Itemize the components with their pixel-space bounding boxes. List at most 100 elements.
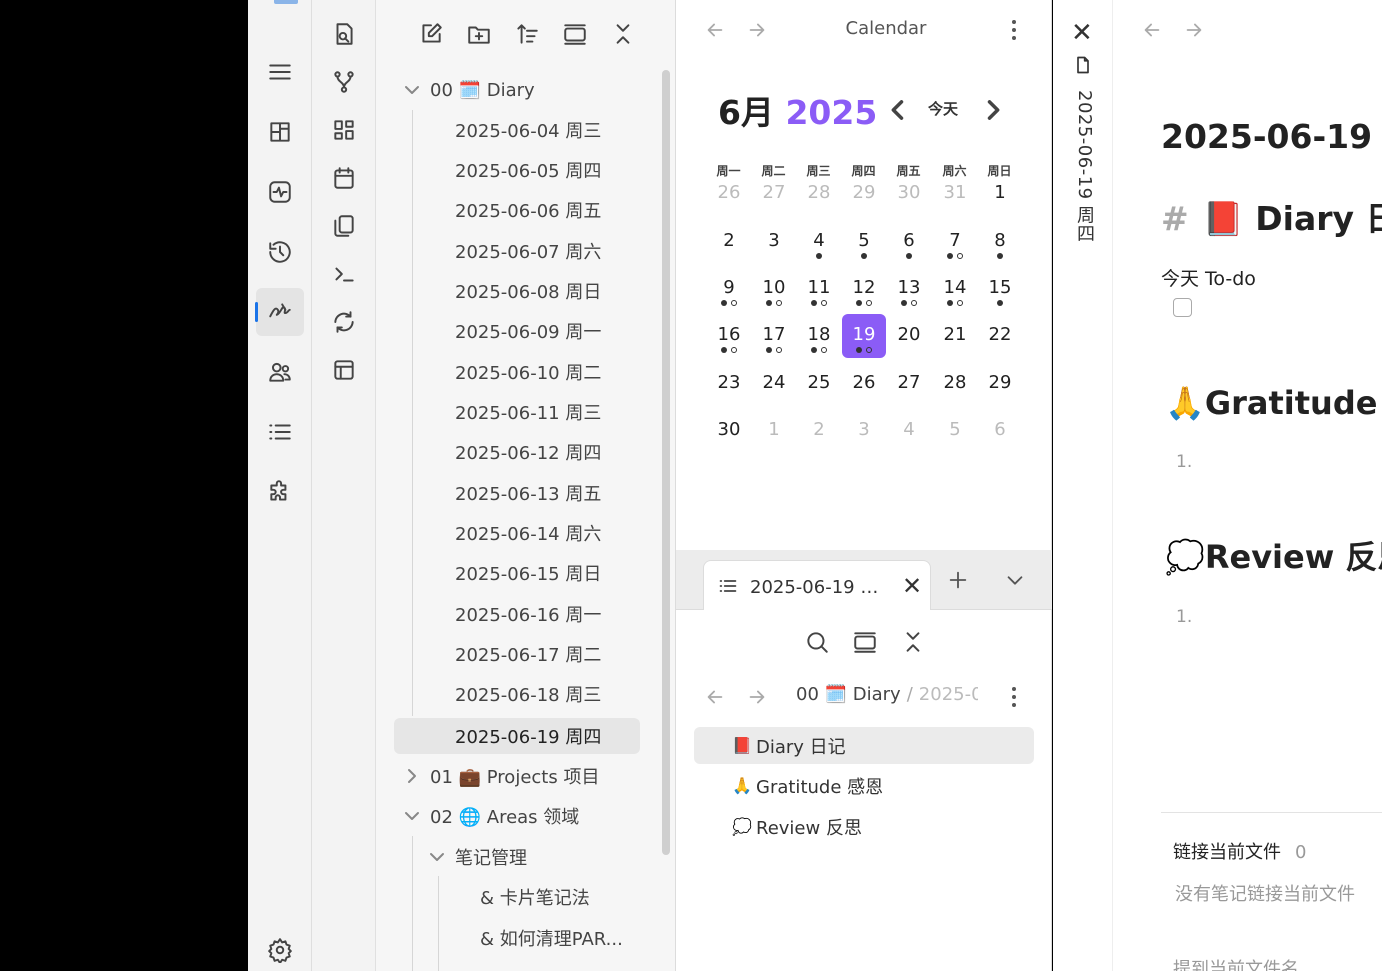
unlinked-mentions-header[interactable]: 提到当前文件名	[1173, 955, 1299, 971]
tree-file[interactable]: 2025-06-10 周二	[455, 354, 601, 390]
template-icon[interactable]	[324, 350, 364, 390]
calendar-day[interactable]: 2	[797, 409, 841, 453]
breadcrumb-file[interactable]: 2025-0	[919, 684, 978, 705]
calendar-day[interactable]: 3	[752, 220, 796, 264]
forward-arrow-icon[interactable]	[743, 16, 771, 44]
calendar-day[interactable]: 6	[978, 409, 1022, 453]
calendar-day[interactable]: 18	[797, 314, 841, 358]
calendar-day[interactable]: 28	[933, 362, 977, 406]
calendar-day[interactable]: 1	[978, 172, 1022, 216]
calendar-day[interactable]: 30	[707, 409, 751, 453]
stacked-tab-strip[interactable]: ✕ 2025-06-19 周四	[1053, 0, 1113, 971]
tree-file[interactable]: 2025-06-13 周五	[455, 475, 601, 511]
breadcrumb-folder[interactable]: 00 🗓️ Diary	[796, 684, 901, 705]
calendar-day[interactable]: 20	[887, 314, 931, 358]
people-icon[interactable]	[256, 348, 304, 396]
calendar-day[interactable]: 26	[707, 172, 751, 216]
calendar-day[interactable]: 2	[707, 220, 751, 264]
tree-file[interactable]: 2025-06-14 周六	[455, 515, 601, 551]
tree-file[interactable]: 2025-06-08 周日	[455, 273, 601, 309]
calendar-icon[interactable]	[324, 158, 364, 198]
calendar-day[interactable]: 23	[707, 362, 751, 406]
tree-file[interactable]: 2025-06-17 周二	[455, 636, 601, 672]
tree-file-selected[interactable]: 2025-06-19 周四	[394, 718, 640, 754]
history-icon[interactable]	[256, 228, 304, 276]
tree-file[interactable]: 2025-06-18 周三	[455, 676, 601, 712]
today-button[interactable]: 今天	[928, 98, 958, 119]
outline-item[interactable]: 💭 Review 反思	[694, 808, 1034, 845]
backlinks-header[interactable]: 链接当前文件 0	[1173, 838, 1306, 864]
graph-signature-icon[interactable]	[255, 288, 304, 336]
collapse-view-icon[interactable]	[850, 626, 880, 658]
layout-icon[interactable]	[256, 108, 304, 156]
tree-folder-areas[interactable]: 02 🌐 Areas 领域	[402, 798, 579, 834]
calendar-day[interactable]: 8	[978, 220, 1022, 264]
chevron-right-icon[interactable]	[979, 94, 1007, 126]
outline-item[interactable]: 📕 Diary 日记	[694, 727, 1034, 764]
back-arrow-icon[interactable]	[701, 16, 729, 44]
activity-icon[interactable]	[256, 168, 304, 216]
heading-review[interactable]: 💭Review 反思	[1165, 532, 1382, 578]
calendar-day[interactable]: 17	[752, 314, 796, 358]
calendar-day[interactable]: 4	[797, 220, 841, 264]
calendar-day[interactable]: 14	[933, 267, 977, 311]
puzzle-icon[interactable]	[256, 468, 304, 516]
explorer-scrollbar[interactable]	[662, 70, 670, 855]
tree-file[interactable]: 2025-06-09 周一	[455, 313, 601, 349]
calendar-day[interactable]: 21	[933, 314, 977, 358]
tree-file[interactable]: 2025-06-16 周一	[455, 596, 601, 632]
new-tab-icon[interactable]	[942, 564, 974, 596]
forward-arrow-icon[interactable]	[743, 683, 771, 711]
menu-icon[interactable]	[256, 48, 304, 96]
file-search-icon[interactable]	[324, 14, 364, 54]
tree-folder-diary[interactable]: 00 🗓️ Diary	[402, 72, 535, 108]
branch-icon[interactable]	[324, 62, 364, 102]
heading-1[interactable]: # 📕 Diary 日记	[1161, 192, 1382, 240]
close-icon[interactable]: ✕	[902, 572, 922, 600]
tree-file[interactable]: 2025-06-06 周五	[455, 192, 601, 228]
calendar-day[interactable]: 7	[933, 220, 977, 264]
todo-checkbox[interactable]	[1173, 298, 1192, 317]
terminal-icon[interactable]	[324, 254, 364, 294]
sort-icon[interactable]	[512, 14, 542, 54]
calendar-day[interactable]: 26	[842, 362, 886, 406]
outline-item[interactable]: 🙏 Gratitude 感恩	[694, 767, 1034, 804]
tree-file[interactable]: 2025-06-05 周四	[455, 152, 601, 188]
close-icon[interactable]: ✕	[1071, 18, 1093, 48]
tree-file[interactable]: 2025-06-15 周日	[455, 555, 601, 591]
calendar-day[interactable]: 12	[842, 267, 886, 311]
back-arrow-icon[interactable]	[701, 683, 729, 711]
sync-icon[interactable]	[324, 302, 364, 342]
list-icon[interactable]	[256, 408, 304, 456]
calendar-day[interactable]: 13	[887, 267, 931, 311]
tree-file[interactable]: 2025-06-11 周三	[455, 394, 601, 430]
calendar-day[interactable]: 29	[842, 172, 886, 216]
tree-file[interactable]: & 如何清理PAR...	[480, 920, 623, 956]
tree-file[interactable]: 2025-06-12 周四	[455, 434, 601, 470]
new-note-icon[interactable]	[416, 14, 446, 54]
calendar-day[interactable]: 15	[978, 267, 1022, 311]
calendar-day[interactable]: 22	[978, 314, 1022, 358]
calendar-day[interactable]: 5	[842, 220, 886, 264]
collapse-view-icon[interactable]	[560, 14, 590, 54]
note-title[interactable]: 2025-06-19 周四	[1161, 110, 1382, 158]
calendar-day[interactable]: 1	[752, 409, 796, 453]
tree-file[interactable]: 2025-06-07 周六	[455, 233, 601, 269]
calendar-day[interactable]: 30	[887, 172, 931, 216]
copy-icon[interactable]	[324, 206, 364, 246]
calendar-day[interactable]: 29	[978, 362, 1022, 406]
tree-file[interactable]: & 卡片笔记法	[480, 879, 590, 915]
calendar-day[interactable]: 4	[887, 409, 931, 453]
tree-folder-notes[interactable]: 笔记管理	[427, 839, 527, 875]
calendar-day[interactable]: 24	[752, 362, 796, 406]
new-folder-icon[interactable]	[464, 14, 494, 54]
chevron-down-icon[interactable]	[999, 564, 1031, 596]
calendar-day[interactable]: 9	[707, 267, 751, 311]
calendar-day[interactable]: 3	[842, 409, 886, 453]
back-arrow-icon[interactable]	[1138, 16, 1166, 44]
tree-file[interactable]: 2025-06-04 周三	[455, 112, 601, 148]
calendar-day[interactable]: 10	[752, 267, 796, 311]
calendar-day[interactable]: 6	[887, 220, 931, 264]
tab-outline[interactable]: 2025-06-19 周... ✕	[703, 560, 931, 610]
more-options-icon[interactable]	[1004, 683, 1024, 711]
